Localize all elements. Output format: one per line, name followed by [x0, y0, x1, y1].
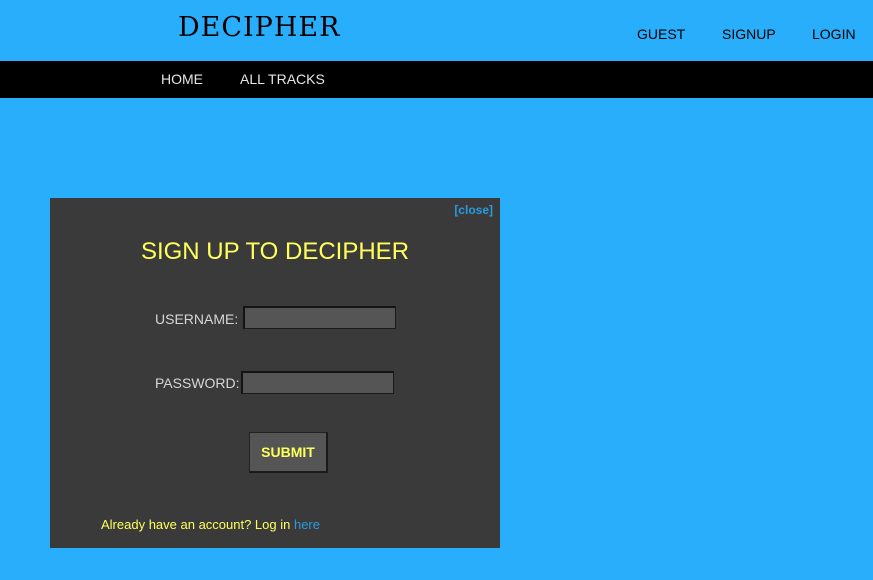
nav-bar: HOME ALL TRACKS — [0, 61, 873, 98]
login-prompt: Already have an account? Log in here — [101, 517, 320, 532]
login-link[interactable]: LOGIN — [812, 26, 856, 42]
signup-link[interactable]: SIGNUP — [722, 26, 776, 42]
nav-home[interactable]: HOME — [161, 71, 203, 87]
close-modal-link[interactable]: [close] — [454, 203, 493, 217]
nav-all-tracks[interactable]: ALL TRACKS — [240, 71, 325, 87]
username-label: USERNAME: — [155, 311, 239, 327]
username-input[interactable] — [243, 306, 396, 329]
guest-link[interactable]: GUEST — [637, 26, 685, 42]
modal-title: SIGN UP TO DECIPHER — [140, 238, 410, 265]
login-here-link[interactable]: here — [294, 517, 320, 532]
submit-button[interactable]: SUBMIT — [249, 432, 328, 473]
site-logo[interactable]: DECIPHER — [178, 12, 340, 43]
login-prompt-text: Already have an account? Log in — [101, 517, 294, 532]
password-label: PASSWORD: — [155, 375, 240, 391]
signup-modal: [close] SIGN UP TO DECIPHER USERNAME: PA… — [50, 198, 500, 548]
top-header: DECIPHER GUEST SIGNUP LOGIN — [0, 0, 873, 61]
password-input[interactable] — [241, 371, 394, 394]
